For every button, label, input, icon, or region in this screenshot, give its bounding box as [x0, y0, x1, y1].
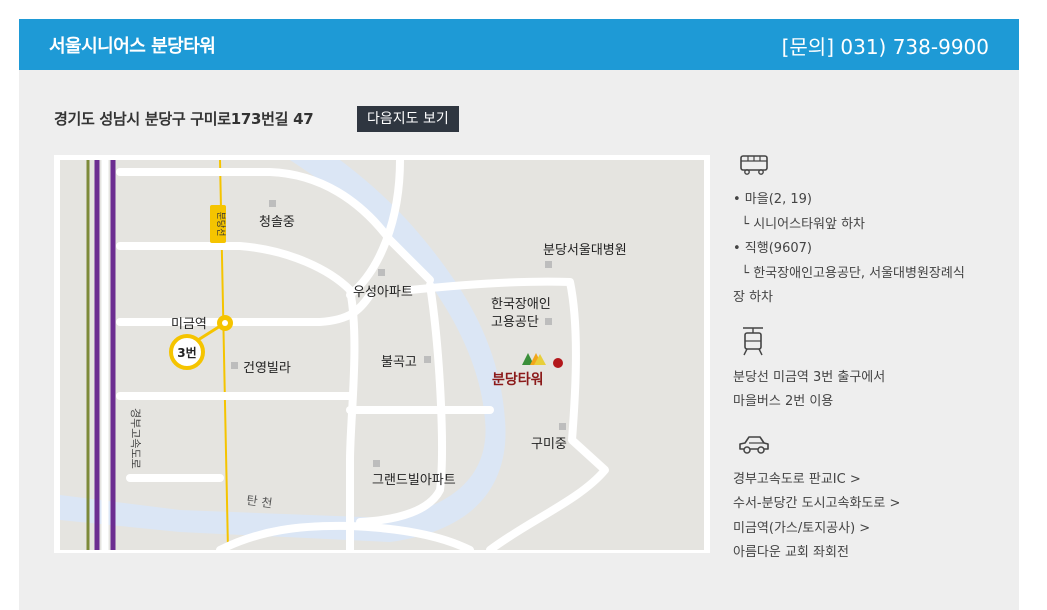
location-map[interactable]: 분당선 3번 청솔중 분당서울대병원 우성아파트 미금역 한국장애인 고용공단 … [54, 155, 710, 553]
bus-line-3: • 직행(9607) [733, 241, 812, 256]
car-route-4: 아름다운 교회 좌회전 [733, 545, 849, 560]
bus-icon [740, 155, 768, 175]
bulgok-label: 불곡고 [381, 355, 417, 370]
bus-line-5: 장 하차 [733, 290, 774, 305]
geonyoung-label: 건영빌라 [243, 361, 291, 376]
destination-label: 분당타워 [492, 371, 544, 388]
line-name-label: 분당선 [215, 212, 226, 237]
migeum-label: 미금역 [171, 317, 207, 332]
hospital-label: 분당서울대병원 [543, 243, 627, 258]
location-panel: 경기도 성남시 분당구 구미로173번길 47 다음지도 보기 분당선 3번 청… [19, 70, 1019, 610]
subway-line-2: 마을버스 2번 이용 [733, 394, 834, 409]
corp-label-1: 한국장애인 [491, 297, 551, 312]
car-route-1: 경부고속도로 판교IC > [733, 472, 861, 487]
cheongsol-label: 청솔중 [259, 215, 295, 230]
station-dot [222, 320, 228, 326]
open-map-button[interactable]: 다음지도 보기 [357, 106, 459, 132]
contact-phone[interactable]: [문의] 031) 738-9900 [782, 31, 989, 60]
exit3-label: 3번 [177, 345, 196, 360]
grand-label: 그랜드빌아파트 [372, 473, 456, 488]
car-icon [739, 436, 769, 454]
subway-line-1: 분당선 미금역 3번 출구에서 [733, 370, 886, 385]
expressway-label: 경부고속도로 [129, 408, 142, 469]
map-canvas: 분당선 3번 청솔중 분당서울대병원 우성아파트 미금역 한국장애인 고용공단 … [60, 160, 704, 550]
bus-line-4: └ 한국장애인고용공단, 서울대병원장례식 [733, 266, 965, 281]
car-route-3: 미금역(가스/토지공사) > [733, 521, 871, 536]
bus-line-1: • 마을(2, 19) [733, 192, 812, 207]
gumi-label: 구미중 [531, 437, 567, 452]
destination-marker[interactable] [553, 358, 563, 368]
car-route-2: 수서-분당간 도시고속화도로 > [733, 496, 901, 511]
bus-line-2: └ 시니어스타워앞 하차 [733, 217, 865, 232]
useong-label: 우성아파트 [353, 285, 413, 300]
address-text: 경기도 성남시 분당구 구미로173번길 47 [54, 110, 314, 128]
facility-title: 서울시니어스 분당타워 [49, 36, 216, 57]
corp-label-2: 고용공단 [491, 315, 539, 330]
page-header: 서울시니어스 분당타워 [문의] 031) 738-9900 [19, 19, 1019, 70]
subway-icon [743, 327, 763, 356]
